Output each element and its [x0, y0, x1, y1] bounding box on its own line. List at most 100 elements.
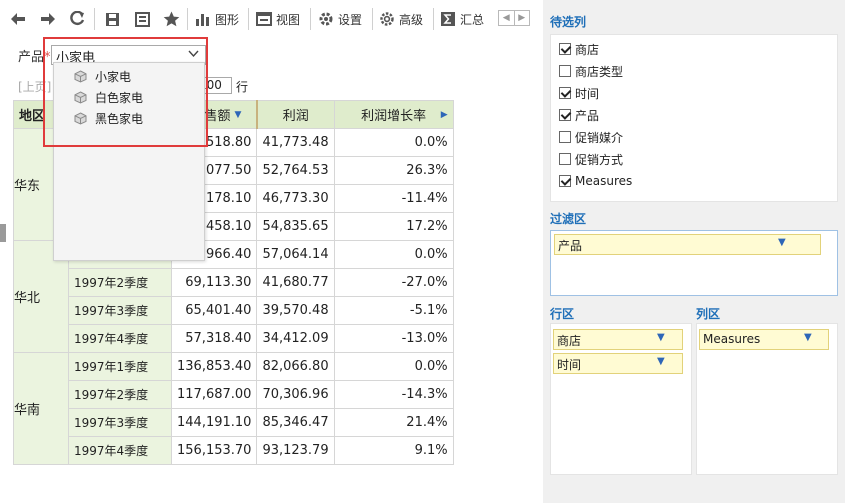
growth-cell: -5.1%: [333, 296, 454, 325]
checkbox[interactable]: [559, 131, 571, 143]
row-field-chip[interactable]: 时间 ▼: [553, 353, 683, 374]
sales-cell: 136,853.40: [170, 352, 258, 381]
forward-arrow-icon[interactable]: [38, 9, 58, 29]
growth-cell: 0.0%: [333, 352, 454, 381]
summary-button[interactable]: 汇总: [440, 9, 484, 29]
candidate-label: 促销方式: [575, 152, 624, 167]
checkbox[interactable]: [559, 65, 571, 77]
growth-cell: 9.1%: [333, 436, 454, 465]
chart-label: 图形: [215, 12, 240, 27]
checkbox[interactable]: [559, 87, 571, 99]
dropdown-triangle-icon[interactable]: ▼: [657, 356, 665, 367]
save-as-icon[interactable]: [132, 9, 152, 29]
filter-area-box: 产品 ▼: [550, 230, 838, 296]
toolbar-divider: [310, 8, 311, 30]
view-button[interactable]: 视图: [256, 9, 300, 29]
toolbar: 图形 视图 设置 高级 汇总 ◀ ▶: [0, 0, 543, 38]
dropdown-triangle-icon[interactable]: ▼: [657, 332, 665, 343]
filter-field-chip[interactable]: 产品 ▼: [554, 234, 821, 255]
profit-cell: 54,835.65: [256, 212, 335, 241]
row-area-box: 商店 ▼ 时间 ▼: [550, 323, 692, 475]
window-view-icon: [256, 11, 272, 27]
time-cell: 1997年3季度: [68, 296, 172, 325]
toolbar-divider: [187, 8, 188, 30]
table-row: 1997年3季度 65,401.40 39,570.48 -5.1%: [14, 296, 454, 325]
growth-cell: 17.2%: [333, 212, 454, 241]
row-field-label: 商店: [557, 334, 582, 348]
checkbox[interactable]: [559, 109, 571, 121]
time-cell: 1997年3季度: [68, 408, 172, 437]
toolbar-divider: [248, 8, 249, 30]
sales-header-label: 售额: [204, 109, 231, 124]
growth-cell: -11.4%: [333, 184, 454, 213]
view-label: 视图: [276, 12, 301, 27]
time-cell: 1997年2季度: [68, 268, 172, 297]
row-area-title: 行区: [550, 307, 575, 321]
time-cell: 1997年4季度: [68, 436, 172, 465]
advanced-button[interactable]: 高级: [379, 9, 423, 29]
candidate-item-product[interactable]: 产品: [559, 107, 599, 123]
sales-cell: 65,401.40: [170, 296, 258, 325]
col-area-box: Measures ▼: [696, 323, 838, 475]
candidate-item-shop[interactable]: 商店: [559, 41, 599, 57]
growth-cell: 26.3%: [333, 156, 454, 185]
filter-field-label: 产品: [558, 239, 583, 253]
back-arrow-icon[interactable]: [8, 9, 28, 29]
scroll-right-icon[interactable]: ▶: [513, 11, 530, 25]
table-row: 1997年3季度 144,191.10 85,346.47 21.4%: [14, 408, 454, 437]
table-row: 华南 1997年1季度 136,853.40 82,066.80 0.0%: [13, 352, 454, 465]
candidate-item-measures[interactable]: Measures: [559, 173, 632, 189]
gear-icon: [318, 11, 334, 27]
advanced-label: 高级: [399, 12, 424, 27]
settings-button[interactable]: 设置: [318, 9, 362, 29]
candidate-item-promo-method[interactable]: 促销方式: [559, 151, 623, 167]
save-icon[interactable]: [102, 9, 122, 29]
growth-cell: -14.3%: [333, 380, 454, 409]
candidate-label: 产品: [575, 108, 600, 123]
row-field-chip[interactable]: 商店 ▼: [553, 329, 683, 350]
profit-cell: 34,412.09: [256, 324, 335, 353]
profit-cell: 41,773.48: [256, 128, 335, 157]
candidate-item-time[interactable]: 时间: [559, 85, 599, 101]
col-area-title: 列区: [696, 307, 721, 321]
checkbox[interactable]: [559, 175, 571, 187]
sales-cell: 156,153.70: [170, 436, 258, 465]
profit-cell: 41,680.77: [256, 268, 335, 297]
row-field-label: 时间: [557, 358, 582, 372]
profit-cell: 46,773.30: [256, 184, 335, 213]
candidate-item-promo-media[interactable]: 促销媒介: [559, 129, 623, 145]
candidate-label: Measures: [575, 174, 633, 188]
profit-cell: 70,306.96: [256, 380, 335, 409]
col-field-chip[interactable]: Measures ▼: [699, 329, 829, 350]
chart-button[interactable]: 图形: [195, 9, 239, 29]
profit-cell: 82,066.80: [256, 352, 335, 381]
candidate-label: 商店: [575, 42, 600, 57]
filter-area-title: 过滤区: [550, 212, 587, 226]
highlight-annotation: [43, 37, 208, 147]
bar-chart-icon: [195, 11, 211, 27]
profit-cell: 39,570.48: [256, 296, 335, 325]
sort-desc-icon[interactable]: ▼: [235, 110, 242, 120]
favorite-star-icon[interactable]: [161, 9, 181, 29]
profit-cell: 85,346.47: [256, 408, 335, 437]
collapse-handle[interactable]: [0, 224, 6, 242]
candidates-title: 待选列: [550, 15, 587, 29]
expand-right-icon[interactable]: ▶: [441, 110, 448, 120]
time-cell: 1997年2季度: [68, 380, 172, 409]
growth-cell: 21.4%: [333, 408, 454, 437]
refresh-icon[interactable]: [67, 9, 87, 29]
toolbar-divider: [94, 8, 95, 30]
dropdown-triangle-icon[interactable]: ▼: [804, 332, 812, 343]
profit-header: 利润: [256, 100, 335, 129]
advanced-gear-icon: [379, 11, 395, 27]
candidate-label: 时间: [575, 86, 600, 101]
growth-header-label: 利润增长率: [361, 109, 427, 124]
table-row: 1997年4季度 156,153.70 93,123.79 9.1%: [14, 436, 454, 465]
settings-label: 设置: [338, 12, 363, 27]
col-field-label: Measures: [703, 332, 761, 346]
dropdown-triangle-icon[interactable]: ▼: [778, 237, 786, 248]
scroll-left-icon[interactable]: ◀: [499, 11, 514, 25]
candidate-item-shop-type[interactable]: 商店类型: [559, 63, 623, 79]
checkbox[interactable]: [559, 43, 571, 55]
checkbox[interactable]: [559, 153, 571, 165]
